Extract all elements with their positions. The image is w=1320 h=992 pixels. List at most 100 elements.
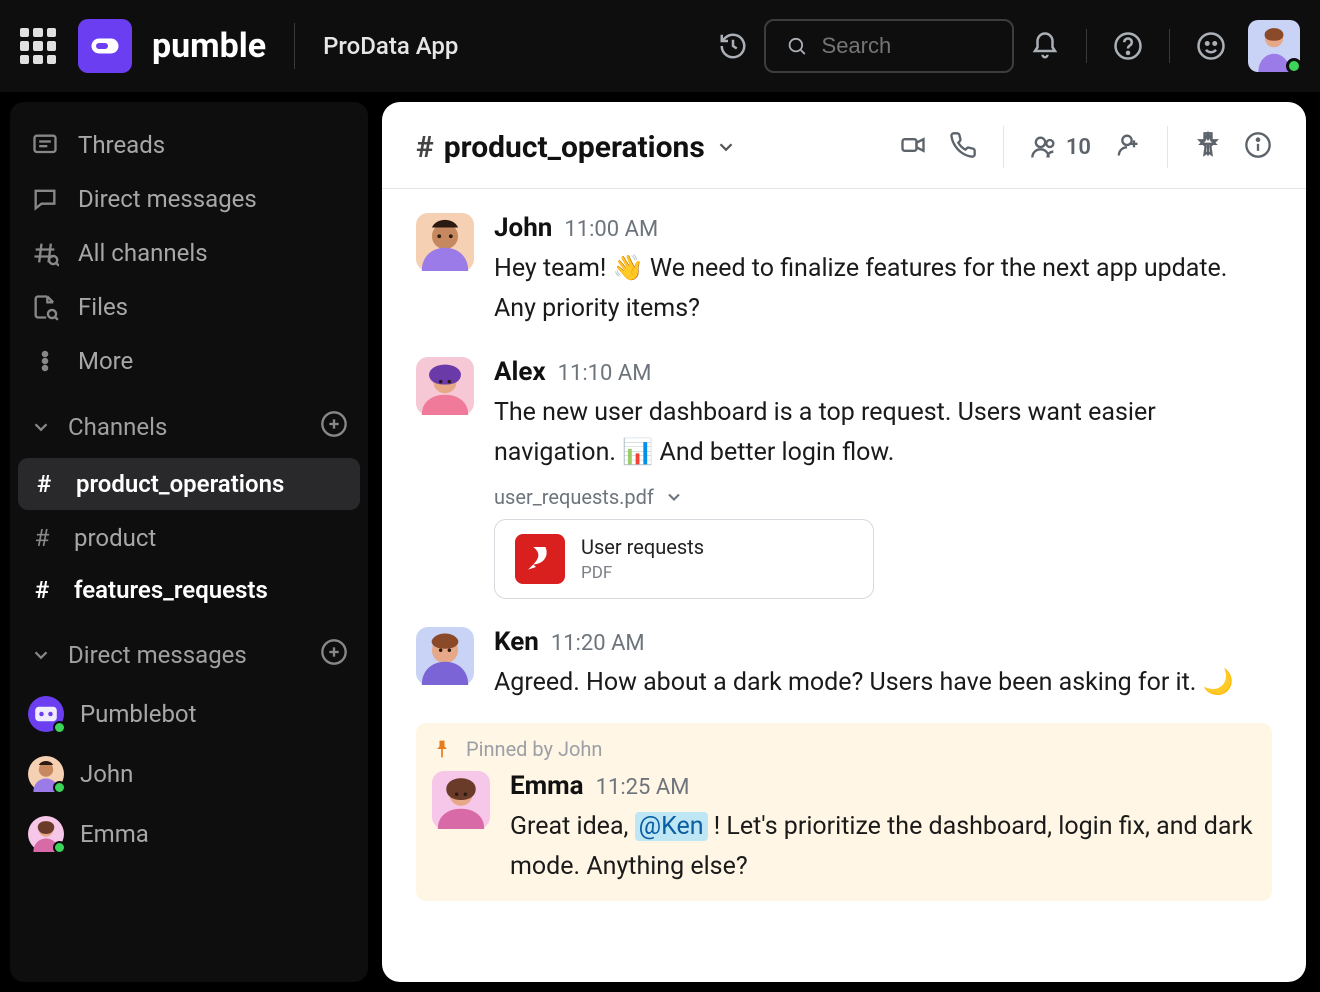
info-icon xyxy=(1244,131,1272,159)
dm-john[interactable]: John xyxy=(10,746,368,802)
info-button[interactable] xyxy=(1244,131,1272,163)
channel-name: product_operations xyxy=(76,470,284,498)
message-author[interactable]: Ken xyxy=(494,627,539,657)
message: Emma 11:25 AM Great idea, @Ken ! Let's p… xyxy=(432,771,1256,887)
threads-icon xyxy=(30,130,60,160)
avatar[interactable] xyxy=(416,357,474,415)
section-label: Channels xyxy=(68,413,167,441)
pin-icon xyxy=(1194,131,1222,159)
avatar[interactable] xyxy=(432,771,490,829)
notifications-icon[interactable] xyxy=(1028,29,1062,63)
chevron-down-icon xyxy=(664,487,684,507)
pdf-icon xyxy=(515,534,565,584)
channels-toggle[interactable]: Channels xyxy=(30,413,167,441)
sidebar-item-label: More xyxy=(78,347,133,375)
chevron-down-icon xyxy=(715,136,737,158)
dm-name: Emma xyxy=(80,820,149,848)
divider xyxy=(1003,126,1004,168)
channel-title-button[interactable]: # product_operations xyxy=(416,130,737,165)
sidebar: Threads Direct messages All channels Fil… xyxy=(10,102,368,982)
presence-indicator-icon xyxy=(53,721,66,734)
hash-icon: # xyxy=(416,130,434,165)
add-dm-button[interactable] xyxy=(320,638,348,672)
channel-product[interactable]: # product xyxy=(10,514,368,562)
help-icon[interactable] xyxy=(1111,29,1145,63)
message-author[interactable]: Alex xyxy=(494,357,546,387)
pinned-message[interactable]: Pinned by John Emma 11:25 AM Great idea,… xyxy=(416,723,1272,901)
message-author[interactable]: Emma xyxy=(510,771,584,801)
divider xyxy=(1169,29,1170,63)
file-attachment[interactable]: User requests PDF xyxy=(494,519,874,599)
channel-product-operations[interactable]: # product_operations xyxy=(18,458,360,510)
chevron-down-icon xyxy=(30,416,52,438)
avatar[interactable] xyxy=(416,213,474,271)
avatar xyxy=(28,816,64,852)
presence-indicator-icon xyxy=(1286,58,1302,74)
audio-call-button[interactable] xyxy=(949,131,977,163)
history-icon[interactable] xyxy=(716,29,750,63)
dm-emma[interactable]: Emma xyxy=(10,806,368,862)
pin-button[interactable] xyxy=(1194,131,1222,163)
sidebar-item-all-channels[interactable]: All channels xyxy=(10,228,368,278)
files-icon xyxy=(30,292,60,322)
member-count: 10 xyxy=(1066,135,1091,160)
message-time: 11:25 AM xyxy=(596,775,690,800)
all-channels-icon xyxy=(30,238,60,268)
message-text: The new user dashboard is a top request.… xyxy=(494,393,1272,473)
dm-pumblebot[interactable]: Pumblebot xyxy=(10,686,368,742)
sidebar-item-threads[interactable]: Threads xyxy=(10,120,368,170)
message[interactable]: Alex 11:10 AM The new user dashboard is … xyxy=(382,343,1306,613)
channel-name: features_requests xyxy=(74,576,268,604)
search-icon xyxy=(786,33,808,59)
user-avatar[interactable] xyxy=(1248,20,1300,72)
message[interactable]: John 11:00 AM Hey team! 👋 We need to fin… xyxy=(382,199,1306,343)
channel-features-requests[interactable]: # features_requests xyxy=(10,566,368,614)
message-author[interactable]: John xyxy=(494,213,552,243)
sidebar-item-label: Files xyxy=(78,293,128,321)
presence-indicator-icon xyxy=(53,841,66,854)
brand-logo-icon[interactable] xyxy=(78,19,132,73)
sidebar-item-more[interactable]: More xyxy=(10,336,368,386)
message-text: Agreed. How about a dark mode? Users hav… xyxy=(494,663,1272,703)
people-icon xyxy=(1030,133,1058,161)
message[interactable]: Ken 11:20 AM Agreed. How about a dark mo… xyxy=(382,613,1306,717)
sidebar-item-files[interactable]: Files xyxy=(10,282,368,332)
sidebar-item-label: All channels xyxy=(78,239,208,267)
workspace-switcher[interactable]: ProData App xyxy=(323,32,458,60)
sidebar-section-dms: Direct messages xyxy=(10,618,368,682)
phone-icon xyxy=(949,131,977,159)
divider xyxy=(294,23,295,69)
sidebar-section-channels: Channels xyxy=(10,390,368,454)
more-icon xyxy=(30,346,60,376)
sidebar-item-direct-messages[interactable]: Direct messages xyxy=(10,174,368,224)
channel-name: product xyxy=(74,524,156,552)
emoji-icon[interactable] xyxy=(1194,29,1228,63)
search-box[interactable] xyxy=(764,19,1014,73)
channel-view: # product_operations 10 xyxy=(382,102,1306,982)
search-input[interactable] xyxy=(822,33,992,59)
file-name: User requests xyxy=(581,535,704,559)
file-type: PDF xyxy=(581,563,704,583)
add-channel-button[interactable] xyxy=(320,410,348,444)
dms-toggle[interactable]: Direct messages xyxy=(30,641,247,669)
video-call-button[interactable] xyxy=(899,131,927,163)
divider xyxy=(1086,29,1087,63)
sidebar-item-label: Direct messages xyxy=(78,185,257,213)
sidebar-item-label: Threads xyxy=(78,131,165,159)
brand-name: pumble xyxy=(152,26,266,66)
dm-name: Pumblebot xyxy=(80,700,196,728)
avatar xyxy=(28,756,64,792)
mention[interactable]: @Ken xyxy=(635,812,708,841)
add-people-button[interactable] xyxy=(1113,131,1141,163)
message-list: John 11:00 AM Hey team! 👋 We need to fin… xyxy=(382,189,1306,982)
hash-icon: # xyxy=(30,470,58,498)
message-text: Great idea, @Ken ! Let's prioritize the … xyxy=(510,807,1256,887)
pin-icon xyxy=(432,739,452,759)
message-time: 11:10 AM xyxy=(558,361,652,386)
avatar[interactable] xyxy=(416,627,474,685)
app-launcher-icon[interactable] xyxy=(20,28,56,64)
presence-indicator-icon xyxy=(53,781,66,794)
plus-circle-icon xyxy=(320,410,348,438)
members-button[interactable]: 10 xyxy=(1030,133,1091,161)
attachment-toggle[interactable]: user_requests.pdf xyxy=(494,485,1272,509)
